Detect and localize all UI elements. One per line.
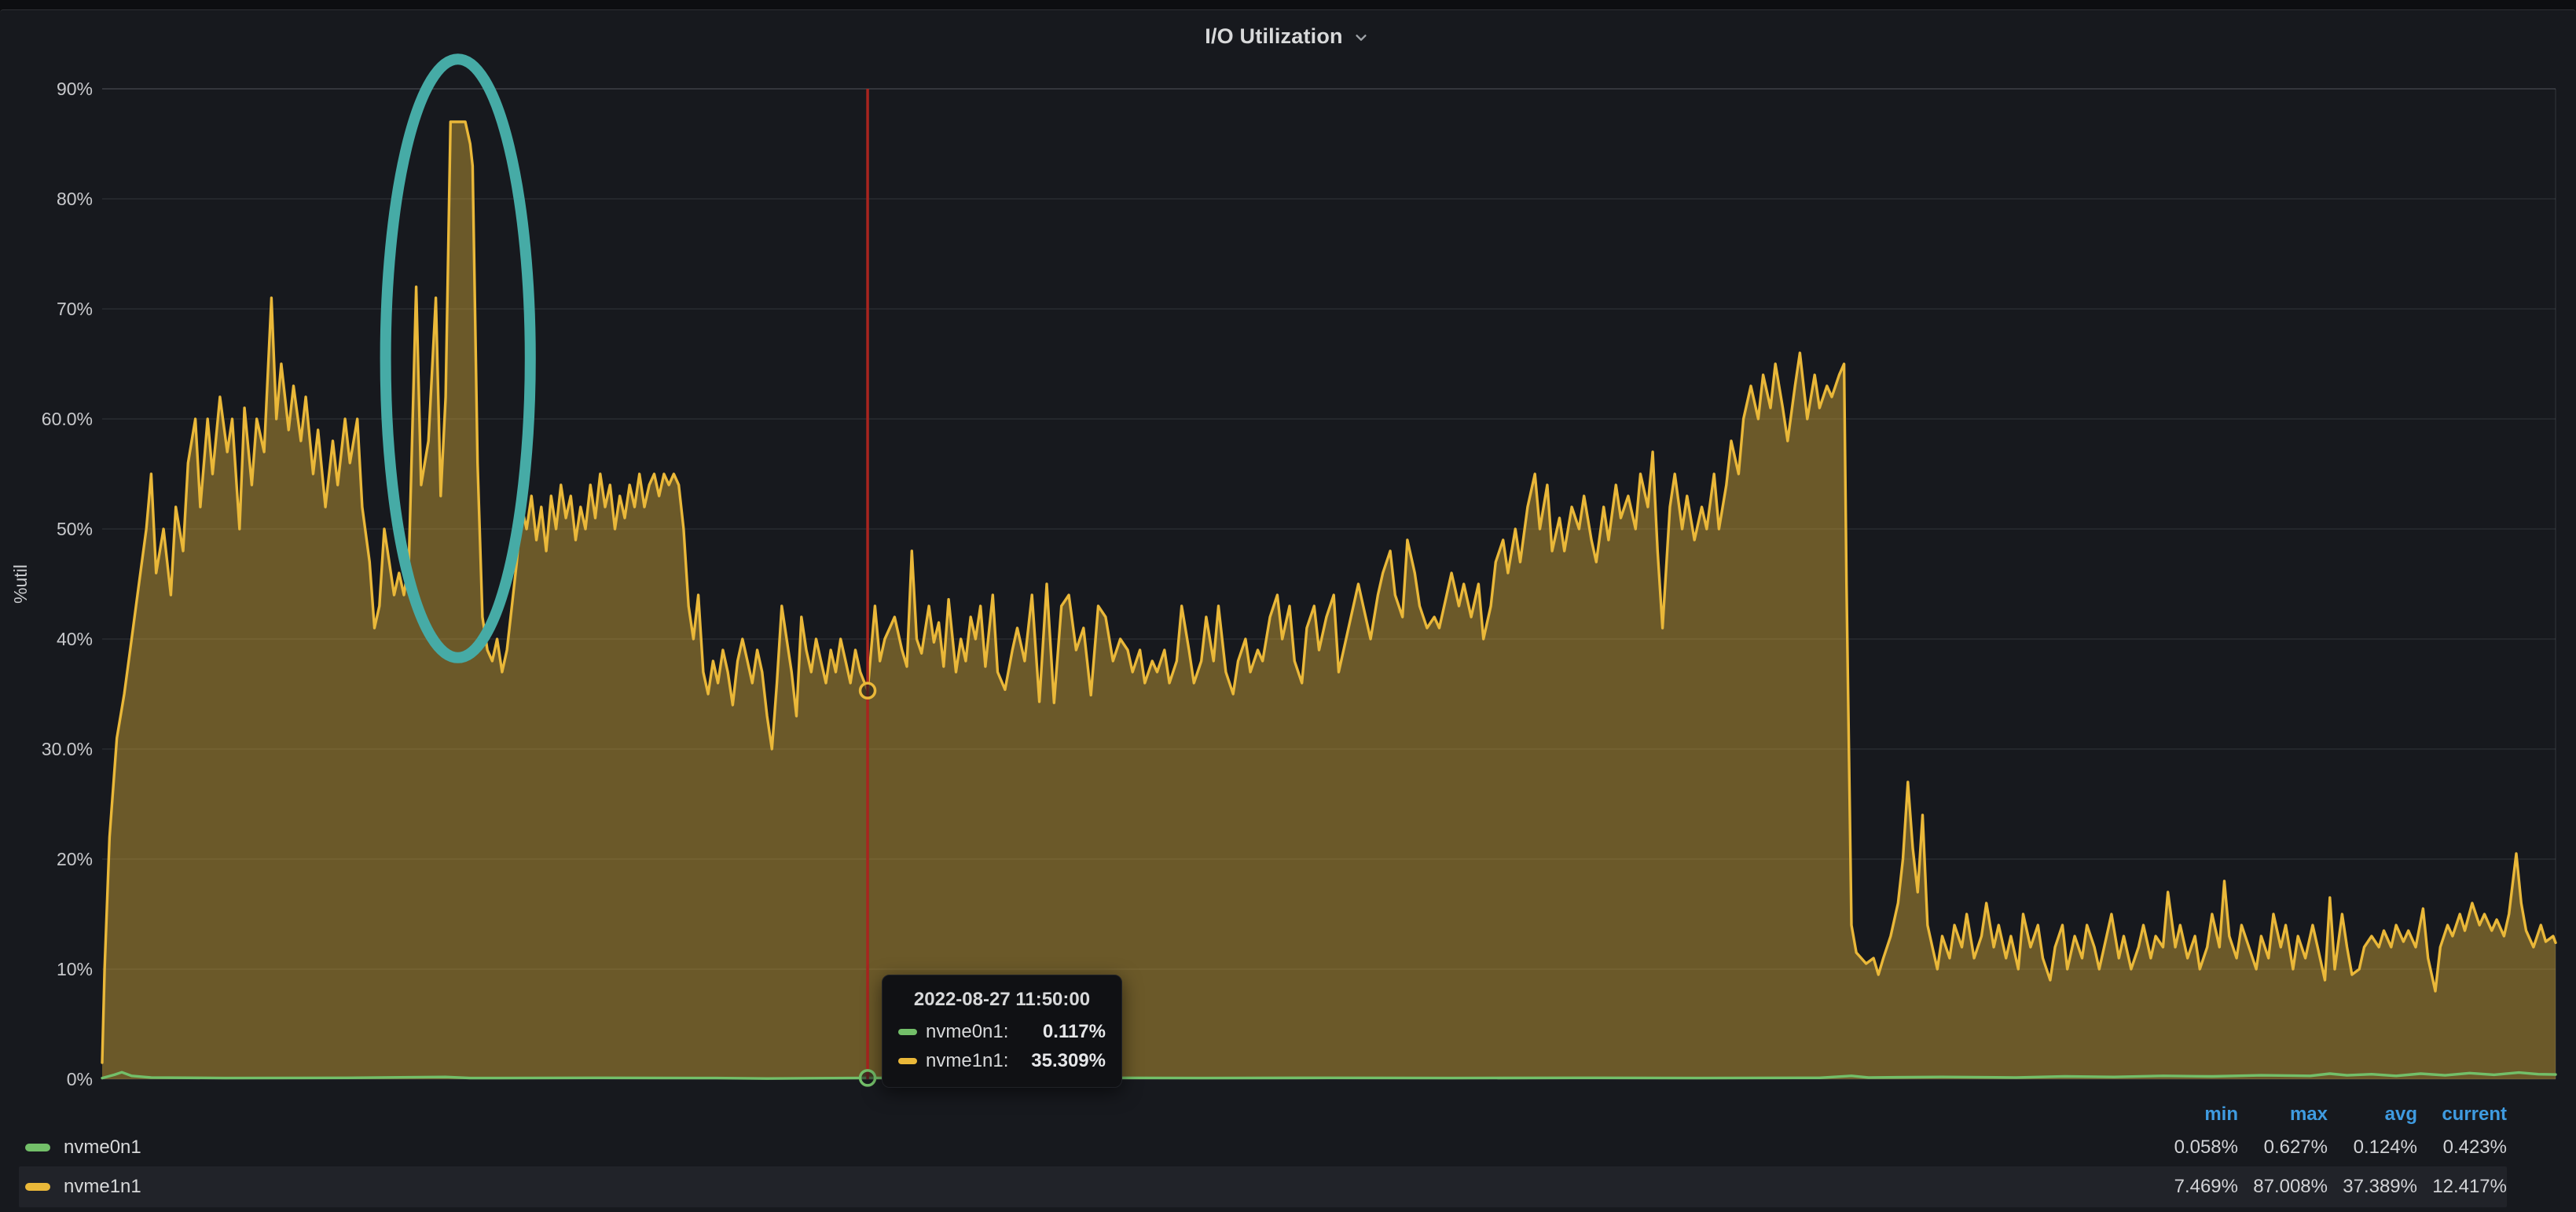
chevron-down-icon[interactable] bbox=[1351, 28, 1371, 48]
legend-sort-avg[interactable]: avg bbox=[2328, 1104, 2417, 1126]
legend-header-row: min max avg current bbox=[19, 1100, 2507, 1129]
stat-min: 0.058% bbox=[2149, 1137, 2238, 1159]
y-axis-tick-label: 60.0% bbox=[42, 409, 93, 429]
stat-current: 12.417% bbox=[2417, 1176, 2507, 1198]
y-axis-tick-label: 80% bbox=[57, 189, 93, 209]
legend: min max avg current nvme0n1 0.058% 0.627… bbox=[19, 1100, 2507, 1207]
series-color-swatch bbox=[25, 1144, 50, 1151]
hover-point-marker bbox=[861, 683, 875, 698]
legend-row-nvme1n1[interactable]: nvme1n1 7.469% 87.008% 37.389% 12.417% bbox=[19, 1166, 2507, 1207]
stat-min: 7.469% bbox=[2149, 1176, 2238, 1198]
tooltip-series-label: nvme0n1: bbox=[926, 1021, 1008, 1043]
y-axis-tick-label: 90% bbox=[57, 79, 93, 99]
io-utilization-chart[interactable]: 0% 10% 20% 30.0% 40% 50% 60.0% 70% 80% 90% %util bbox=[0, 0, 2576, 1212]
chart-tooltip: 2022-08-27 11:50:00 nvme0n1: 0.117% nvme… bbox=[882, 975, 1122, 1088]
stat-max: 87.008% bbox=[2238, 1176, 2328, 1198]
legend-series-label[interactable]: nvme1n1 bbox=[64, 1176, 141, 1198]
hover-point-marker bbox=[861, 1071, 875, 1085]
panel-header[interactable]: I/O Utilization bbox=[0, 14, 2576, 58]
stat-max: 0.627% bbox=[2238, 1137, 2328, 1159]
series-color-swatch bbox=[25, 1183, 50, 1191]
y-axis-tick-label: 40% bbox=[57, 629, 93, 649]
y-axis-tick-label: 50% bbox=[57, 519, 93, 539]
panel-title[interactable]: I/O Utilization bbox=[1205, 24, 1343, 49]
legend-sort-current[interactable]: current bbox=[2417, 1104, 2507, 1126]
tooltip-series-value: 35.309% bbox=[1031, 1050, 1106, 1072]
stat-avg: 37.389% bbox=[2328, 1176, 2417, 1198]
series-area-nvme1n1 bbox=[102, 122, 2556, 1079]
legend-sort-min[interactable]: min bbox=[2149, 1104, 2238, 1126]
tooltip-row-nvme0n1: nvme0n1: 0.117% bbox=[898, 1021, 1106, 1043]
stat-current: 0.423% bbox=[2417, 1137, 2507, 1159]
stat-avg: 0.124% bbox=[2328, 1137, 2417, 1159]
series-color-swatch bbox=[898, 1029, 917, 1035]
tooltip-series-value: 0.117% bbox=[1043, 1021, 1106, 1043]
tooltip-row-nvme1n1: nvme1n1: 35.309% bbox=[898, 1050, 1106, 1072]
tooltip-timestamp: 2022-08-27 11:50:00 bbox=[898, 989, 1106, 1011]
legend-sort-max[interactable]: max bbox=[2238, 1104, 2328, 1126]
y-axis-title: %util bbox=[10, 564, 31, 604]
grafana-panel: I/O Utilization 0% 10% 20% 30.0% 40% 50% 60.0%… bbox=[0, 0, 2576, 1212]
y-axis-tick-label: 70% bbox=[57, 299, 93, 319]
legend-series-label[interactable]: nvme0n1 bbox=[64, 1137, 141, 1159]
legend-series-nvme1n1[interactable]: nvme1n1 bbox=[19, 1176, 2149, 1198]
legend-series-nvme0n1[interactable]: nvme0n1 bbox=[19, 1137, 2149, 1159]
y-axis-tick-label: 10% bbox=[57, 959, 93, 979]
tooltip-series-label: nvme1n1: bbox=[926, 1050, 1008, 1072]
y-axis-tick-label: 30.0% bbox=[42, 739, 93, 759]
y-axis-tick-label: 20% bbox=[57, 849, 93, 869]
y-axis-tick-label: 0% bbox=[67, 1069, 93, 1089]
series-color-swatch bbox=[898, 1058, 917, 1064]
legend-row-nvme0n1[interactable]: nvme0n1 0.058% 0.627% 0.124% 0.423% bbox=[19, 1129, 2507, 1166]
